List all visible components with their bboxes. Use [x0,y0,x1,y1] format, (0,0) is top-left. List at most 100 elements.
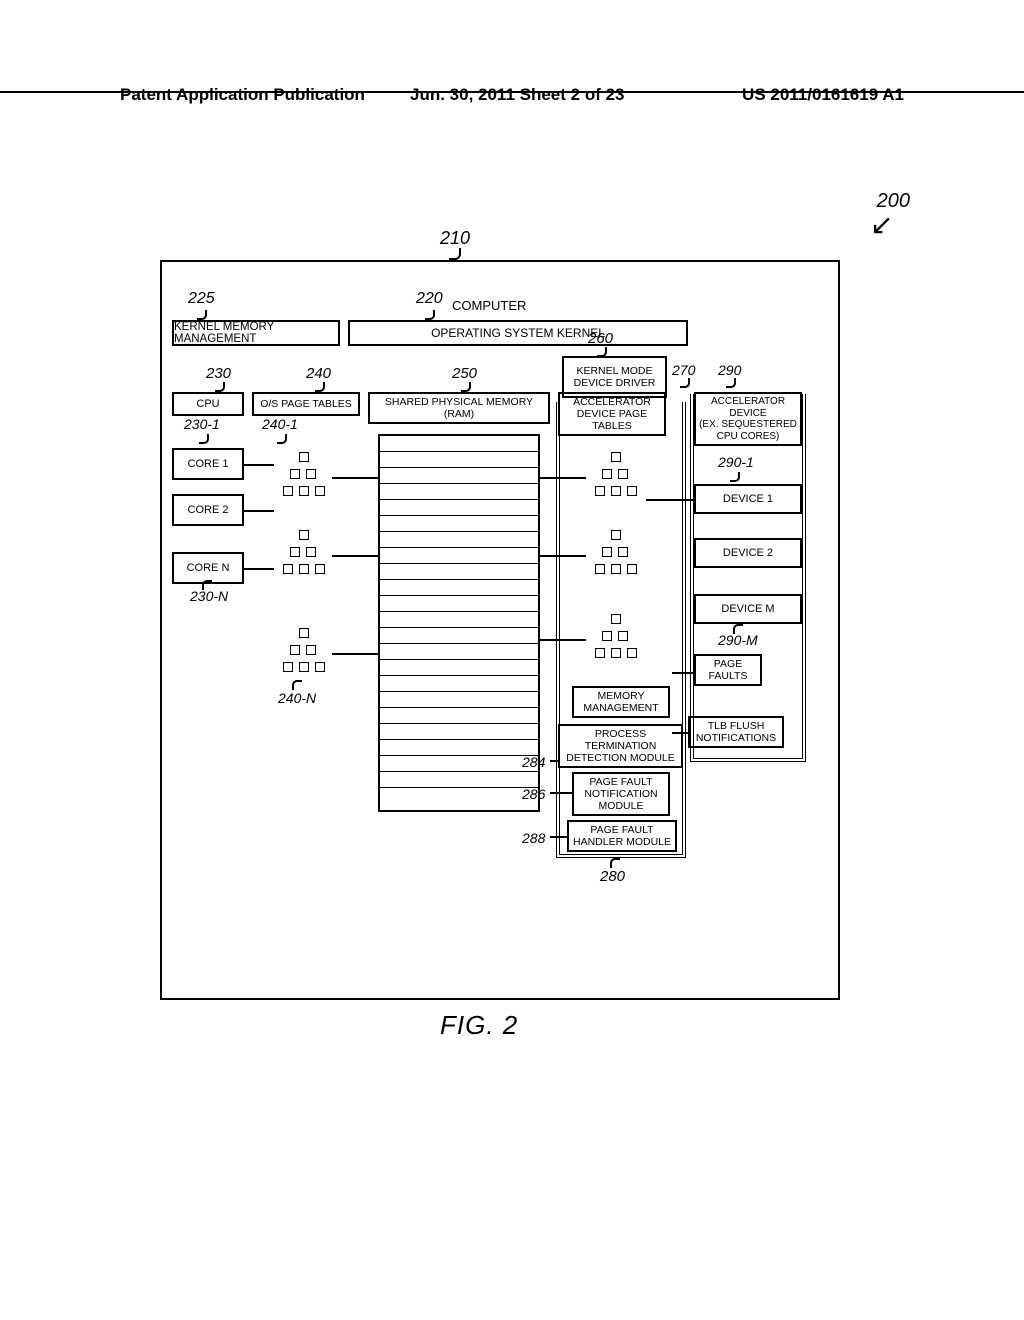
accelerator-device-box: ACCELERATOR DEVICE (EX. SEQUESTERED CPU … [694,392,802,446]
arrow-icon [870,212,900,242]
process-termination-detection-module-box: PROCESS TERMINATION DETECTION MODULE [558,724,683,768]
pfhm-line2: HANDLER MODULE [569,836,675,848]
device-2-box: DEVICE 2 [694,538,802,568]
mm-line1: MEMORY [574,690,668,702]
shared-physical-memory-box: SHARED PHYSICAL MEMORY (RAM) [368,392,550,424]
tlb-line2: NOTIFICATIONS [690,732,782,744]
adpt-line3: TABLES [560,420,664,432]
page-table-tree-icon [274,530,334,580]
ref-284: 284 [522,754,545,770]
shared-memory-lines-icon [378,434,540,812]
computer-label: COMPUTER [452,298,526,313]
accdev-line4: CPU CORES) [696,431,800,443]
memory-management-box: MEMORY MANAGEMENT [572,686,670,718]
ptdm-line1: PROCESS [560,728,681,740]
adpt-line1: ACCELERATOR [560,396,664,408]
ref-286: 286 [522,786,545,802]
leader-line [461,382,471,392]
leader-line [550,792,572,794]
connector-line [244,510,274,512]
page-table-tree-icon [586,530,646,580]
leader-line [610,858,620,868]
ref-240: 240 [306,365,331,382]
ptdm-line2: TERMINATION [560,740,681,752]
header-center: Jun. 30, 2011 Sheet 2 of 23 [410,85,625,105]
page-table-tree-icon [274,628,334,678]
ref-230: 230 [206,365,231,382]
page-table-tree-icon [586,614,646,664]
leader-line [202,580,212,590]
adpt-line2: DEVICE PAGE [560,408,664,420]
ref-210: 210 [440,228,470,249]
leader-line [292,680,302,690]
leader-line [425,310,435,320]
ref-240-n: 240-N [278,690,316,706]
spm-line1: SHARED PHYSICAL MEMORY [370,396,548,408]
page-fault-notification-module-box: PAGE FAULT NOTIFICATION MODULE [572,772,670,816]
spm-line2: (RAM) [370,408,548,420]
ref-288: 288 [522,830,545,846]
tlb-line1: TLB FLUSH [690,720,782,732]
core-2-box: CORE 2 [172,494,244,526]
leader-line [215,382,225,392]
kmdd-line2: DEVICE DRIVER [574,377,656,389]
pfnm-line2: NOTIFICATION [574,788,668,800]
leader-line [197,310,207,320]
pgf-line1: PAGE [696,658,760,670]
leader-line [550,836,568,838]
figure-2-diagram: 200 210 COMPUTER 220 225 KERNEL MEMORY M… [160,230,870,1010]
page-table-tree-icon [274,452,334,502]
cpu-box: CPU [172,392,244,416]
connector-line [540,639,586,641]
ref-270: 270 [672,362,695,378]
figure-label: FIG. 2 [440,1010,518,1041]
computer-box: COMPUTER 220 225 KERNEL MEMORY MANAGEMEN… [160,260,840,1000]
mm-line2: MANAGEMENT [574,702,668,714]
core-1-box: CORE 1 [172,448,244,480]
leader-line [680,378,690,388]
connector-line [332,555,378,557]
connector-line [672,732,688,734]
leader-line [730,472,740,482]
connector-line [332,477,378,479]
leader-line [726,378,736,388]
connector-line [332,653,378,655]
connector-line [244,568,274,570]
connector-line [540,555,586,557]
leader-line [199,434,209,444]
ref-230-n: 230-N [190,588,228,604]
pgf-line2: FAULTS [696,670,760,682]
ptdm-line3: DETECTION MODULE [560,752,681,764]
header-left: Patent Application Publication [120,85,365,105]
operating-system-kernel-box: OPERATING SYSTEM KERNEL [348,320,688,346]
ref-260: 260 [588,330,613,347]
device-m-box: DEVICE M [694,594,802,624]
leader-line [733,624,743,634]
page-faults-box: PAGE FAULTS [694,654,762,686]
pfnm-line3: MODULE [574,800,668,812]
kernel-memory-management-box: KERNEL MEMORY MANAGEMENT [172,320,340,346]
connector-line [672,672,694,674]
ref-225: 225 [188,290,215,308]
connector-line [244,464,274,466]
leader-line [449,248,461,260]
ref-290-1: 290-1 [718,454,754,470]
ref-290: 290 [718,362,741,378]
header-right: US 2011/0161619 A1 [742,85,904,105]
pfhm-line1: PAGE FAULT [569,824,675,836]
leader-line [315,382,325,392]
os-page-tables-box: O/S PAGE TABLES [252,392,360,416]
accelerator-device-page-tables-box: ACCELERATOR DEVICE PAGE TABLES [558,392,666,436]
accdev-line2: DEVICE [696,408,800,420]
page-table-tree-icon [586,452,646,502]
pfnm-line1: PAGE FAULT [574,776,668,788]
kmdd-line1: KERNEL MODE [576,365,652,377]
leader-line [277,434,287,444]
page-header: Patent Application Publication Jun. 30, … [0,85,1024,93]
ref-290-m: 290-M [718,632,758,648]
connector-line [540,477,586,479]
leader-line [550,760,560,762]
ref-250: 250 [452,365,477,382]
accdev-line1: ACCELERATOR [696,396,800,408]
accdev-line3: (EX. SEQUESTERED [696,419,800,431]
